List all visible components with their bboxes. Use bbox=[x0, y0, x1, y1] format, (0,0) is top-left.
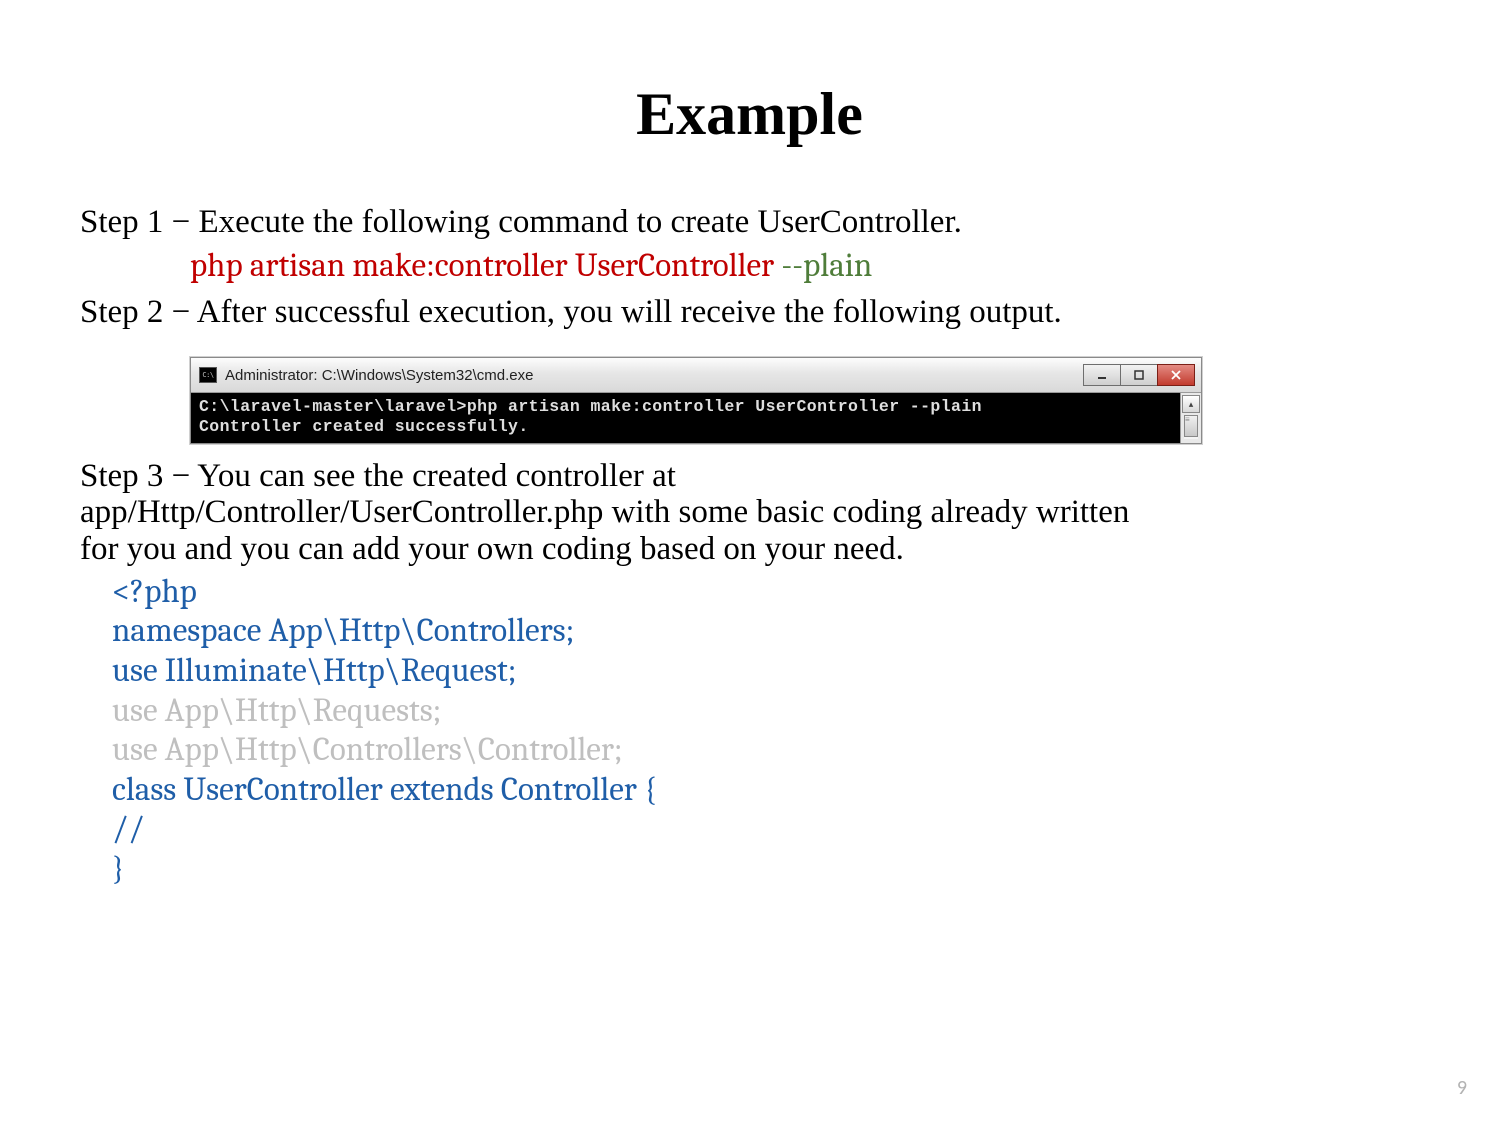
slide-title: Example bbox=[80, 80, 1419, 149]
code-line-8: // bbox=[112, 810, 1419, 850]
close-button[interactable] bbox=[1157, 364, 1195, 386]
code-line-5: use App\Http\Controllers\Controller; bbox=[112, 731, 1419, 771]
command-flag: --plain bbox=[781, 247, 872, 285]
cmd-line-2: Controller created successfully. bbox=[199, 417, 529, 436]
step-3-line-b: app/Http/Controller/UserController.php w… bbox=[80, 494, 1419, 530]
page-number: 9 bbox=[1457, 1076, 1467, 1100]
cmd-window: C:\ Administrator: C:\Windows\System32\c… bbox=[190, 357, 1202, 444]
command-line: php artisan make:controller UserControll… bbox=[190, 247, 1419, 285]
cmd-scrollbar[interactable]: ▴ ≡ bbox=[1180, 393, 1201, 443]
scroll-track[interactable]: ≡ bbox=[1184, 415, 1198, 439]
step-2-text: Step 2 − After successful execution, you… bbox=[80, 289, 1419, 335]
cmd-window-title: Administrator: C:\Windows\System32\cmd.e… bbox=[225, 367, 1076, 384]
code-line-4: use App\Http\Requests; bbox=[112, 692, 1419, 732]
command-main: php artisan make:controller UserControll… bbox=[190, 247, 781, 285]
step-1-text: Step 1 − Execute the following command t… bbox=[80, 199, 1419, 245]
scroll-up-icon[interactable]: ▴ bbox=[1182, 395, 1200, 413]
slide: Example Step 1 − Execute the following c… bbox=[0, 0, 1499, 1124]
step-3-line-c: for you and you can add your own coding … bbox=[80, 531, 1419, 567]
maximize-button[interactable] bbox=[1120, 364, 1158, 386]
cmd-titlebar: C:\ Administrator: C:\Windows\System32\c… bbox=[191, 358, 1201, 393]
step-3-line-a: Step 3 − You can see the created control… bbox=[80, 458, 1419, 494]
scroll-grip-icon: ≡ bbox=[1185, 416, 1197, 424]
scroll-thumb[interactable]: ≡ bbox=[1184, 415, 1198, 437]
cmd-body-wrap: C:\laravel-master\laravel>php artisan ma… bbox=[191, 393, 1201, 443]
minimize-button[interactable] bbox=[1083, 364, 1121, 386]
window-controls bbox=[1084, 364, 1195, 386]
maximize-icon bbox=[1133, 369, 1145, 381]
php-code-block: <?php namespace App\Http\Controllers; us… bbox=[112, 573, 1419, 890]
cmd-icon: C:\ bbox=[199, 367, 217, 383]
code-line-3: use Illuminate\Http\Request; bbox=[112, 652, 1419, 692]
cmd-line-1: C:\laravel-master\laravel>php artisan ma… bbox=[199, 397, 982, 416]
step-3-block: Step 3 − You can see the created control… bbox=[80, 458, 1419, 567]
close-icon bbox=[1170, 369, 1182, 381]
code-line-1: <?php bbox=[112, 573, 1419, 613]
code-line-9: } bbox=[112, 850, 1419, 890]
minimize-icon bbox=[1096, 369, 1108, 381]
cmd-output: C:\laravel-master\laravel>php artisan ma… bbox=[191, 393, 1180, 443]
code-line-2: namespace App\Http\Controllers; bbox=[112, 612, 1419, 652]
code-line-7: class UserController extends Controller … bbox=[112, 771, 1419, 811]
